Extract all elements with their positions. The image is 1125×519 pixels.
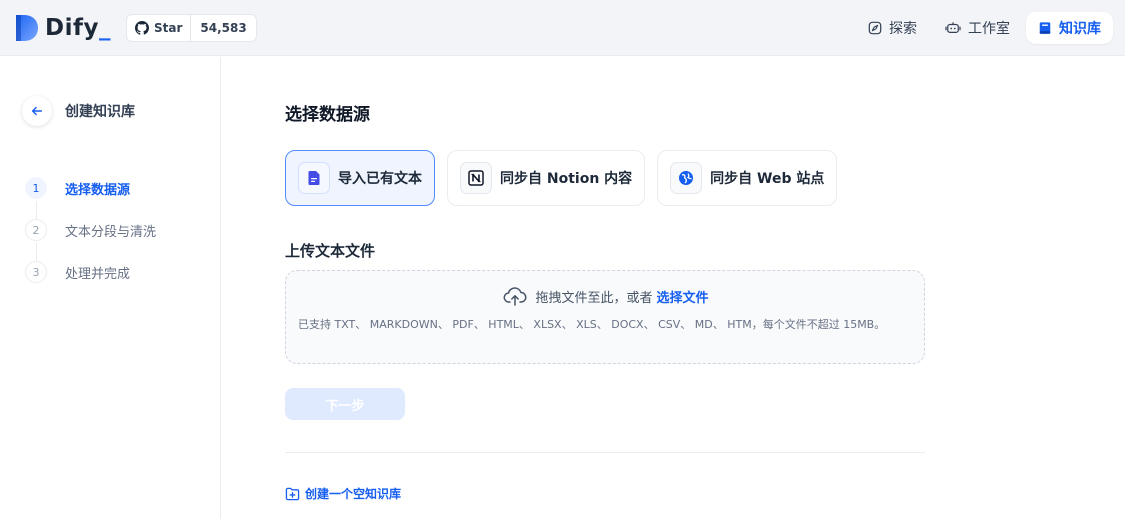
supported-formats-tip: 已支持 TXT、 MARKDOWN、 PDF、 HTML、 XLSX、 XLS、… bbox=[298, 318, 886, 331]
source-label: 同步自 Web 站点 bbox=[710, 171, 825, 187]
nav-studio-label: 工作室 bbox=[968, 21, 1010, 37]
step-list: 1 选择数据源 2 文本分段与清洗 3 处理并完成 bbox=[25, 177, 156, 303]
nav-explore-label: 探索 bbox=[889, 21, 917, 37]
nav-explore[interactable]: 探索 bbox=[856, 12, 929, 44]
step-connector bbox=[36, 201, 37, 219]
step-number: 2 bbox=[25, 219, 47, 241]
source-notion[interactable]: 同步自 Notion 内容 bbox=[447, 150, 646, 206]
source-import-text[interactable]: 导入已有文本 bbox=[285, 150, 435, 206]
create-empty-knowledge-label: 创建一个空知识库 bbox=[305, 487, 402, 501]
source-label: 同步自 Notion 内容 bbox=[500, 171, 633, 187]
folder-plus-icon bbox=[285, 487, 300, 500]
source-web[interactable]: 同步自 Web 站点 bbox=[657, 150, 838, 206]
book-icon bbox=[1039, 22, 1051, 34]
step-label: 选择数据源 bbox=[65, 182, 131, 198]
data-source-options: 导入已有文本 同步自 Notion 内容 同步自 Web 站点 bbox=[285, 150, 849, 206]
dify-logo-icon bbox=[16, 15, 38, 41]
select-file-link[interactable]: 选择文件 bbox=[657, 287, 709, 306]
page-title: 选择数据源 bbox=[285, 105, 370, 125]
step-number: 3 bbox=[25, 261, 47, 283]
step-label: 处理并完成 bbox=[65, 266, 131, 282]
sidebar-header: 创建知识库 bbox=[22, 96, 135, 126]
globe-icon bbox=[679, 171, 694, 185]
back-button[interactable] bbox=[22, 96, 52, 126]
step-select-source: 1 选择数据源 bbox=[25, 177, 156, 219]
file-text-icon bbox=[308, 171, 320, 185]
compass-icon bbox=[868, 21, 882, 35]
logo-text: Dify bbox=[45, 15, 99, 41]
next-step-button[interactable]: 下一步 bbox=[285, 388, 405, 420]
dify-logo[interactable]: Dify_ bbox=[15, 13, 111, 43]
step-label: 文本分段与清洗 bbox=[65, 224, 157, 240]
nav-knowledge[interactable]: 知识库 bbox=[1026, 12, 1113, 44]
upload-cloud-icon bbox=[504, 287, 527, 306]
upload-section-title: 上传文本文件 bbox=[285, 242, 376, 260]
notion-icon bbox=[468, 170, 484, 186]
logo-suffix: _ bbox=[98, 15, 111, 41]
sidebar: 创建知识库 1 选择数据源 2 文本分段与清洗 3 处理并完成 bbox=[0, 57, 221, 519]
sidebar-title: 创建知识库 bbox=[65, 104, 135, 120]
file-dropzone[interactable]: 拖拽文件至此，或者 选择文件 已支持 TXT、 MARKDOWN、 PDF、 H… bbox=[285, 270, 925, 364]
robot-icon bbox=[945, 22, 961, 33]
source-label: 导入已有文本 bbox=[338, 171, 422, 187]
nav-knowledge-label: 知识库 bbox=[1059, 21, 1101, 37]
github-star-label: Star bbox=[154, 21, 183, 35]
step-segment-clean: 2 文本分段与清洗 bbox=[25, 219, 157, 261]
nav-studio[interactable]: 工作室 bbox=[933, 12, 1022, 44]
top-bar: Dify_ Star 54,583 探索 工作室 知识库 bbox=[0, 0, 1125, 56]
github-icon bbox=[135, 21, 149, 35]
step-connector bbox=[36, 243, 37, 261]
github-star-badge[interactable]: Star 54,583 bbox=[126, 14, 257, 42]
step-number: 1 bbox=[25, 177, 47, 199]
create-empty-knowledge-link[interactable]: 创建一个空知识库 bbox=[285, 485, 401, 502]
step-process-finish: 3 处理并完成 bbox=[25, 261, 156, 283]
github-star-count: 54,583 bbox=[200, 21, 247, 35]
dropzone-text: 拖拽文件至此，或者 bbox=[535, 290, 653, 306]
main-nav: 探索 工作室 知识库 bbox=[852, 12, 1113, 44]
divider bbox=[285, 452, 925, 453]
arrow-left-icon bbox=[31, 106, 43, 116]
